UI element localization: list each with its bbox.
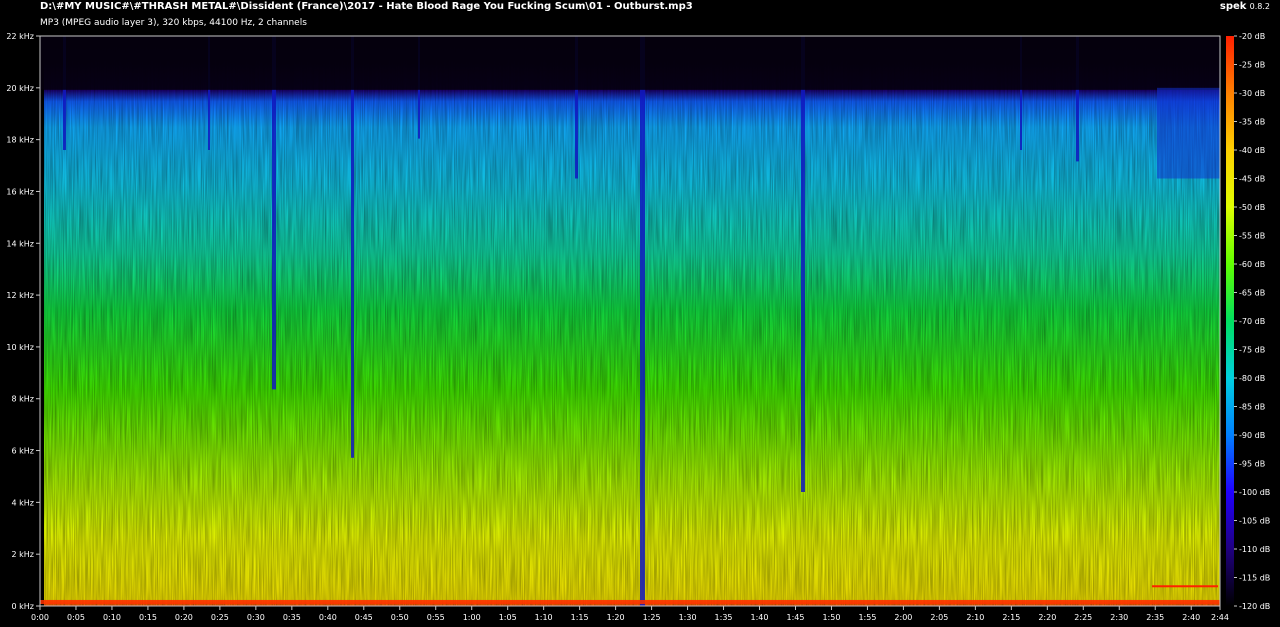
x-tick-label: 0:05 [67, 613, 85, 622]
cutoff-band [40, 36, 1220, 90]
time-axis: 0:00 0:05 0:10 0:15 0:20 0:25 0:30 0:35 0:40 0:45… [31, 606, 1229, 622]
x-tick-label: 0:50 [391, 613, 409, 622]
db-tick-label: -85 dB [1239, 403, 1265, 412]
db-tick-label: -90 dB [1239, 431, 1265, 440]
db-tick-label: -50 dB [1239, 203, 1265, 212]
x-tick-label: 0:35 [283, 613, 301, 622]
db-tick-label: -120 dB [1239, 602, 1270, 611]
x-tick-label: 1:00 [463, 613, 481, 622]
x-tick-label: 0:30 [247, 613, 265, 622]
y-tick-label: 18 kHz [6, 136, 34, 145]
low-freq-band [40, 600, 1220, 604]
db-tick-label: -55 dB [1239, 232, 1265, 241]
x-tick-label: 0:20 [175, 613, 193, 622]
x-tick-label: 1:45 [787, 613, 805, 622]
db-tick-label: -35 dB [1239, 118, 1265, 127]
x-tick-label: 2:25 [1074, 613, 1092, 622]
db-tick-label: -40 dB [1239, 146, 1265, 155]
frequency-axis: 0 kHz 2 kHz 4 kHz 6 kHz 8 kHz 10 kHz 12 kHz 14 … [6, 32, 40, 611]
y-tick-label: 4 kHz [12, 498, 34, 507]
db-scale: -20 dB -25 dB -30 dB -35 dB -40 dB -45 dB -50 … [1226, 32, 1270, 611]
gap-stripe [351, 36, 354, 458]
db-tick-label: -70 dB [1239, 317, 1265, 326]
x-tick-label: 1:30 [679, 613, 697, 622]
y-tick-label: 20 kHz [6, 84, 34, 93]
db-tick-label: -65 dB [1239, 289, 1265, 298]
db-tick-label: -30 dB [1239, 89, 1265, 98]
y-tick-label: 14 kHz [6, 239, 34, 248]
db-tick-label: -95 dB [1239, 460, 1265, 469]
x-tick-label: 2:44 [1211, 613, 1229, 622]
intro-silence [40, 36, 44, 606]
db-tick-label: -110 dB [1239, 545, 1270, 554]
y-tick-label: 16 kHz [6, 187, 34, 196]
x-tick-label: 2:30 [1110, 613, 1128, 622]
y-tick-label: 2 kHz [12, 550, 34, 559]
db-colorbar [1226, 36, 1234, 606]
x-tick-label: 1:50 [822, 613, 840, 622]
db-ticks: -20 dB -25 dB -30 dB -35 dB -40 dB -45 dB -50 … [1234, 32, 1270, 611]
db-tick-label: -105 dB [1239, 517, 1270, 526]
x-tick-label: 1:20 [607, 613, 625, 622]
x-tick-label: 1:25 [643, 613, 661, 622]
x-tick-label: 2:05 [930, 613, 948, 622]
y-tick-label: 8 kHz [12, 395, 34, 404]
db-tick-label: -75 dB [1239, 346, 1265, 355]
db-tick-label: -60 dB [1239, 260, 1265, 269]
x-tick-label: 2:10 [966, 613, 984, 622]
x-tick-label: 1:15 [571, 613, 589, 622]
db-tick-label: -45 dB [1239, 175, 1265, 184]
end-shelf [1157, 87, 1220, 179]
x-tick-label: 0:10 [103, 613, 121, 622]
tone-line [1152, 585, 1218, 588]
db-tick-label: -25 dB [1239, 61, 1265, 70]
y-tick-label: 0 kHz [12, 602, 34, 611]
x-tick-label: 1:35 [715, 613, 733, 622]
y-tick-label: 10 kHz [6, 343, 34, 352]
x-tick-label: 0:45 [355, 613, 373, 622]
x-tick-label: 2:15 [1002, 613, 1020, 622]
db-tick-label: -20 dB [1239, 32, 1265, 41]
x-tick-label: 0:40 [319, 613, 337, 622]
x-tick-label: 1:05 [499, 613, 517, 622]
x-tick-label: 0:55 [427, 613, 445, 622]
x-tick-label: 2:40 [1182, 613, 1200, 622]
db-tick-label: -115 dB [1239, 574, 1270, 583]
x-tick-label: 0:25 [211, 613, 229, 622]
x-tick-label: 1:10 [535, 613, 553, 622]
y-tick-label: 6 kHz [12, 447, 34, 456]
spectrogram-chart: 0:00 0:05 0:10 0:15 0:20 0:25 0:30 0:35 0:40 0:45… [6, 32, 1270, 622]
x-tick-label: 2:00 [894, 613, 912, 622]
db-tick-label: -80 dB [1239, 374, 1265, 383]
x-tick-label: 2:35 [1146, 613, 1164, 622]
x-tick-label: 1:40 [751, 613, 769, 622]
db-tick-label: -100 dB [1239, 488, 1270, 497]
y-tick-label: 12 kHz [6, 291, 34, 300]
spectrogram-plot [39, 35, 1221, 607]
x-tick-label: 0:15 [139, 613, 157, 622]
gap-stripe [801, 36, 805, 492]
x-tick-label: 1:55 [858, 613, 876, 622]
y-tick-label: 22 kHz [6, 32, 34, 41]
gap-stripe [640, 36, 645, 606]
x-tick-label: 0:00 [31, 613, 49, 622]
x-tick-label: 2:20 [1038, 613, 1056, 622]
spectrogram-texture [40, 36, 1220, 606]
